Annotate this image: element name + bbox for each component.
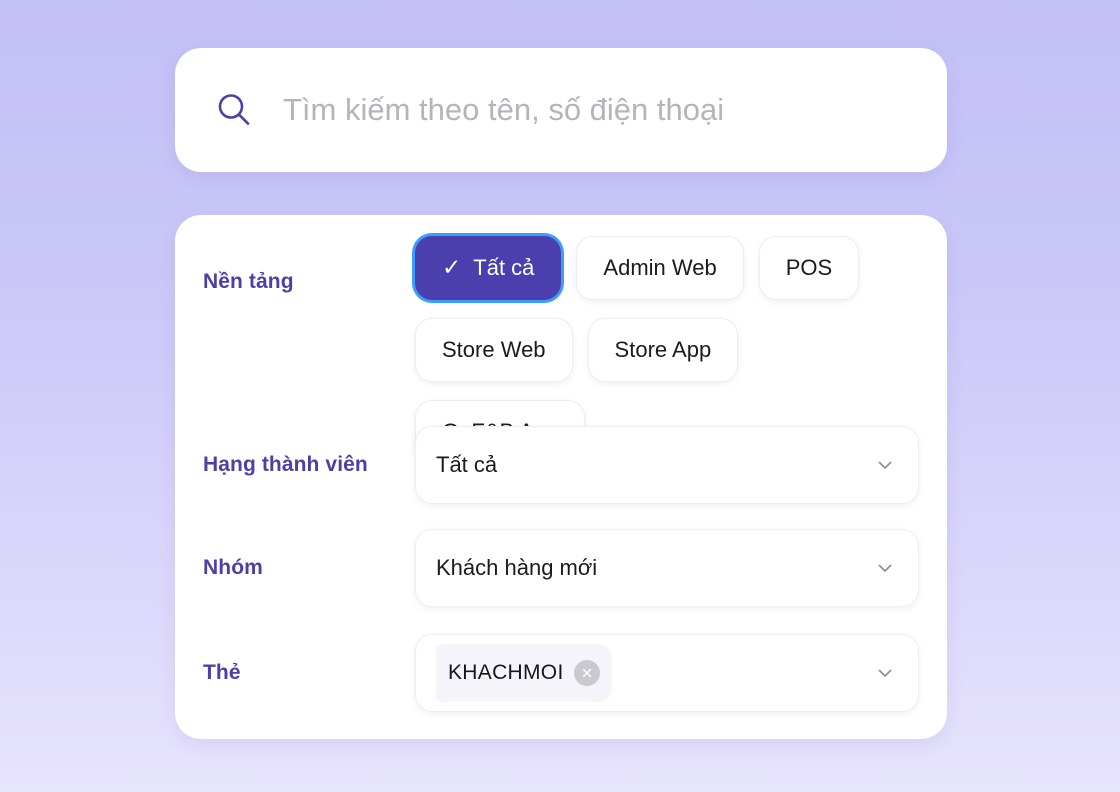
- check-icon: ✓: [442, 253, 462, 280]
- tag-chip-khachmoi[interactable]: KHACHMOI: [436, 644, 612, 702]
- platform-option-store-web[interactable]: Store Web: [415, 318, 573, 382]
- tag-chip-container: KHACHMOI: [436, 644, 864, 702]
- close-icon[interactable]: [573, 660, 600, 686]
- chevron-down-icon: [874, 662, 896, 684]
- filter-row-group: Nhóm Khách hàng mới: [175, 522, 947, 614]
- platform-option-label: Admin Web: [603, 255, 717, 280]
- tier-label: Hạng thành viên: [203, 453, 368, 477]
- platform-option-admin-web[interactable]: Admin Web: [576, 236, 744, 300]
- platform-option-label: Store App: [614, 337, 712, 362]
- chevron-down-icon: [874, 454, 896, 476]
- platform-option-label: Tất cả: [473, 255, 535, 280]
- platform-option-pos[interactable]: POS: [758, 236, 860, 300]
- filter-card: Nền tảng ✓ Tất cả Admin Web POS Store We…: [175, 215, 947, 739]
- platform-option-store-app[interactable]: Store App: [587, 318, 739, 382]
- chevron-down-icon: [874, 557, 896, 579]
- tag-chip-label: KHACHMOI: [448, 661, 564, 684]
- group-select[interactable]: Khách hàng mới: [415, 529, 919, 607]
- platform-option-tat-ca[interactable]: ✓ Tất cả: [415, 236, 562, 300]
- platform-option-label: Store Web: [442, 337, 546, 362]
- search-input[interactable]: [283, 48, 947, 172]
- tier-select[interactable]: Tất cả: [415, 426, 919, 504]
- filter-row-tag: Thẻ KHACHMOI: [175, 627, 947, 719]
- tag-label: Thẻ: [203, 661, 241, 685]
- search-icon: [211, 87, 257, 133]
- filter-row-tier: Hạng thành viên Tất cả: [175, 419, 947, 511]
- search-card: [175, 48, 947, 172]
- tier-select-value: Tất cả: [436, 452, 498, 477]
- tag-select[interactable]: KHACHMOI: [415, 634, 919, 712]
- platform-option-label: POS: [785, 255, 833, 280]
- platform-label: Nền tảng: [203, 270, 294, 293]
- group-select-value: Khách hàng mới: [436, 555, 598, 580]
- group-label: Nhóm: [203, 556, 263, 580]
